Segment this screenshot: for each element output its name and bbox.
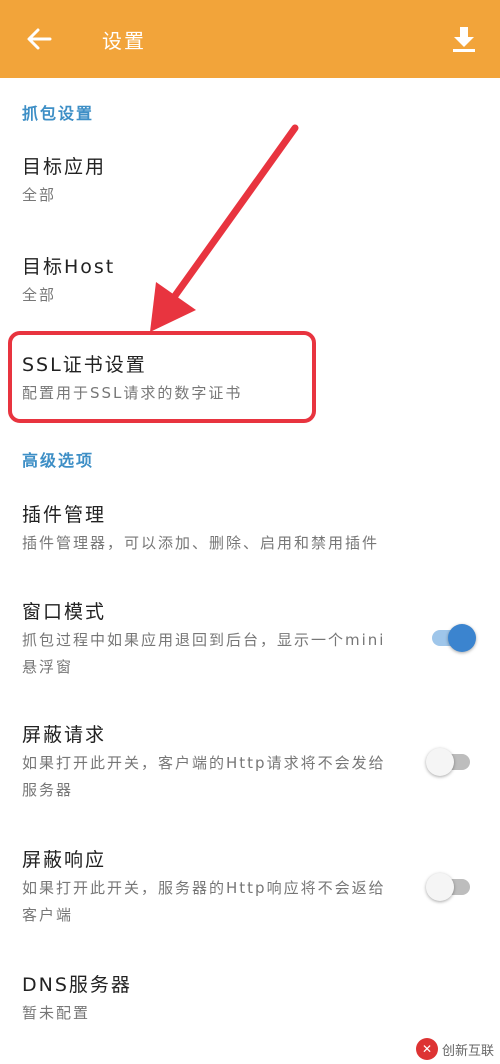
- watermark: ✕ 创新互联: [415, 1038, 494, 1060]
- annotation-arrow-icon: [150, 124, 299, 332]
- watermark-text: 创新互联: [441, 1043, 494, 1059]
- watermark-logo-icon: ✕: [415, 1038, 438, 1060]
